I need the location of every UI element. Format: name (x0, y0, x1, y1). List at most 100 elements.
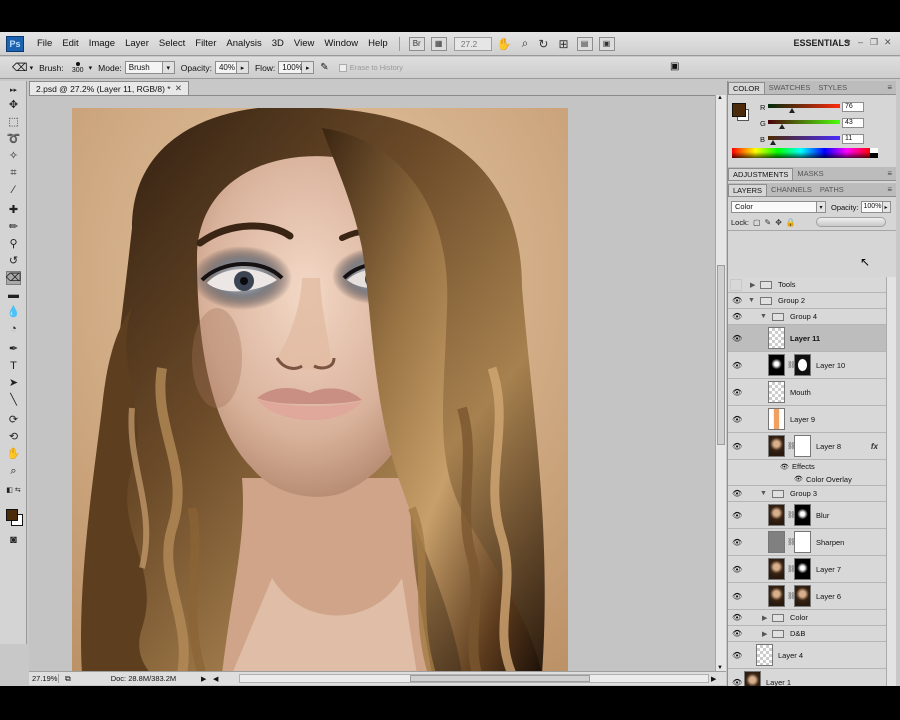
crop-tool-icon[interactable]: ⌗ (6, 166, 21, 180)
grid-icon[interactable]: ⊞ (558, 37, 568, 51)
eraser-tool-icon[interactable]: ⌫ (6, 271, 21, 285)
3d-rotate-tool-icon[interactable]: ⟳ (6, 413, 21, 427)
layer-row-sharpen[interactable]: 👁 ⛓ Sharpen (728, 529, 886, 556)
eye-icon[interactable]: 👁 (732, 511, 742, 520)
layer-row-color-group[interactable]: 👁 ▶ Color (728, 610, 886, 626)
lasso-tool-icon[interactable]: ➰ (6, 132, 21, 146)
canvas-vertical-scroll-thumb[interactable] (717, 265, 725, 445)
close-window-icon[interactable]: ✕ (884, 37, 892, 48)
swap-colors-icon[interactable]: ◧ ⇆ (6, 483, 21, 497)
erase-to-history-checkbox[interactable] (338, 63, 347, 72)
clone-stamp-tool-icon[interactable]: ⚲ (6, 237, 21, 251)
3d-orbit-tool-icon[interactable]: ⟲ (6, 430, 21, 444)
layer-row-layer-7[interactable]: 👁 ⛓ Layer 7 (728, 556, 886, 583)
layer-row-layer-4[interactable]: 👁 Layer 4 (728, 642, 886, 669)
flow-arrow-icon[interactable]: ▸ (302, 61, 315, 74)
canvas-horizontal-scroll-thumb[interactable] (410, 675, 590, 682)
adjustments-menu-icon[interactable]: ≡ (887, 169, 892, 178)
healing-brush-tool-icon[interactable]: ✚ (6, 203, 21, 217)
eye-icon[interactable]: 👁 (732, 415, 742, 424)
layers-menu-icon[interactable]: ≡ (887, 185, 892, 194)
layer-mask-thumbnail[interactable] (794, 585, 811, 607)
minimize-icon[interactable]: ▾ (846, 37, 851, 48)
red-slider[interactable] (768, 104, 840, 108)
hand-tool-icon[interactable]: ✋ (6, 447, 21, 461)
eye-icon[interactable]: 👁 (732, 388, 742, 397)
eye-icon[interactable]: 👁 (732, 361, 742, 370)
eraser-tool-icon[interactable]: ⌫ (12, 61, 28, 74)
scroll-left-icon[interactable]: ◀ (213, 675, 218, 683)
tab-layers[interactable]: LAYERS (728, 184, 768, 196)
menu-edit[interactable]: Edit (57, 38, 83, 49)
brush-picker-arrow-icon[interactable]: ▾ (89, 64, 93, 72)
zoom-level-field[interactable]: 27.2 (453, 36, 492, 51)
layer-row-layer-11[interactable]: 👁 Layer 11 (728, 325, 886, 352)
layer-row-tools[interactable]: ▶ Tools (728, 277, 886, 293)
eye-icon[interactable]: 👁 (732, 613, 742, 622)
status-zoom[interactable]: 27.19% (29, 674, 59, 683)
eye-icon[interactable]: 👁 (732, 629, 742, 638)
layer-row-layer-8[interactable]: 👁 ⛓ Layer 8 fx (728, 433, 886, 460)
tab-masks[interactable]: MASKS (793, 168, 827, 180)
layer-row-layer-9[interactable]: 👁 Layer 9 (728, 406, 886, 433)
eye-icon[interactable]: 👁 (794, 475, 803, 483)
menu-filter[interactable]: Filter (190, 38, 221, 49)
layer-row-d-and-b[interactable]: 👁 ▶ D&B (728, 626, 886, 642)
expand-arrow-icon[interactable]: ▶ (762, 630, 767, 638)
eye-icon[interactable]: 👁 (732, 296, 742, 305)
history-brush-tool-icon[interactable]: ↺ (6, 254, 21, 268)
status-export-icon[interactable]: ⧉ (65, 674, 71, 684)
zoom-tool-icon[interactable]: ⌕ (522, 36, 529, 51)
status-menu-arrow-icon[interactable]: ▶ (201, 675, 206, 683)
eye-icon[interactable]: 👁 (732, 442, 742, 451)
green-value[interactable]: 43 (842, 118, 864, 128)
panel-toggle-icon[interactable]: ▣ (670, 61, 679, 72)
layer-mask-thumbnail[interactable] (794, 354, 811, 376)
zoom-tool-icon[interactable]: ⌕ (6, 464, 21, 478)
fill-opacity-slider[interactable] (816, 217, 886, 227)
hand-tool-icon[interactable]: ✋ (497, 37, 512, 51)
menu-layer[interactable]: Layer (120, 38, 154, 49)
type-tool-icon[interactable]: T (6, 359, 21, 373)
collapse-arrow-icon[interactable]: ▼ (748, 297, 755, 304)
quick-selection-tool-icon[interactable]: ✧ (6, 149, 21, 163)
scroll-right-icon[interactable]: ▶ (711, 675, 716, 683)
green-slider-knob[interactable] (779, 124, 785, 129)
menu-image[interactable]: Image (84, 38, 120, 49)
collapse-arrow-icon[interactable]: ▼ (760, 490, 767, 497)
blue-value[interactable]: 11 (842, 134, 864, 144)
color-foreground-swatch[interactable] (732, 103, 746, 117)
layer-row-group-3[interactable]: 👁 ▼ Group 3 (728, 486, 886, 502)
menu-select[interactable]: Select (154, 38, 190, 49)
lock-pixels-icon[interactable]: ✎ (765, 218, 772, 227)
toolbox-collapse-icon[interactable]: ▸▸ (6, 83, 21, 97)
red-value[interactable]: 76 (842, 102, 864, 112)
mini-bridge-button[interactable]: ▦ (430, 36, 447, 51)
path-selection-tool-icon[interactable]: ➤ (6, 376, 21, 390)
layer-row-layer-6[interactable]: 👁 ⛓ Layer 6 (728, 583, 886, 610)
layer-mask-thumbnail[interactable] (794, 504, 811, 526)
layer-opacity-arrow-icon[interactable]: ▸ (882, 201, 891, 213)
move-tool-icon[interactable]: ✥ (6, 98, 21, 112)
eye-icon[interactable]: 👁 (732, 592, 742, 601)
eye-icon[interactable]: 👁 (732, 538, 742, 547)
tab-paths[interactable]: PATHS (816, 184, 848, 196)
dodge-tool-icon[interactable]: ◔ (6, 322, 21, 336)
brush-picker[interactable]: 300 (67, 58, 89, 78)
tab-swatches[interactable]: SWATCHES (765, 82, 815, 94)
canvas-vertical-scrollbar[interactable]: ▲ ▼ (715, 95, 726, 671)
panel-menu-icon[interactable]: ≡ (887, 83, 892, 92)
menu-help[interactable]: Help (363, 38, 393, 49)
layer-row-group-2[interactable]: 👁 ▼ Group 2 (728, 293, 886, 309)
blue-slider[interactable] (768, 136, 840, 140)
layer-mask-thumbnail[interactable] (794, 531, 811, 553)
layer-mask-thumbnail[interactable] (794, 558, 811, 580)
color-spectrum-bar[interactable] (732, 148, 870, 158)
eye-icon[interactable]: 👁 (732, 334, 742, 343)
visibility-toggle-empty[interactable] (730, 279, 742, 291)
eye-icon[interactable]: 👁 (732, 489, 742, 498)
eye-icon[interactable]: 👁 (732, 312, 742, 321)
minimize-window-icon[interactable]: – (858, 37, 863, 47)
tab-adjustments[interactable]: ADJUSTMENTS (728, 168, 794, 180)
blue-slider-knob[interactable] (770, 140, 776, 145)
